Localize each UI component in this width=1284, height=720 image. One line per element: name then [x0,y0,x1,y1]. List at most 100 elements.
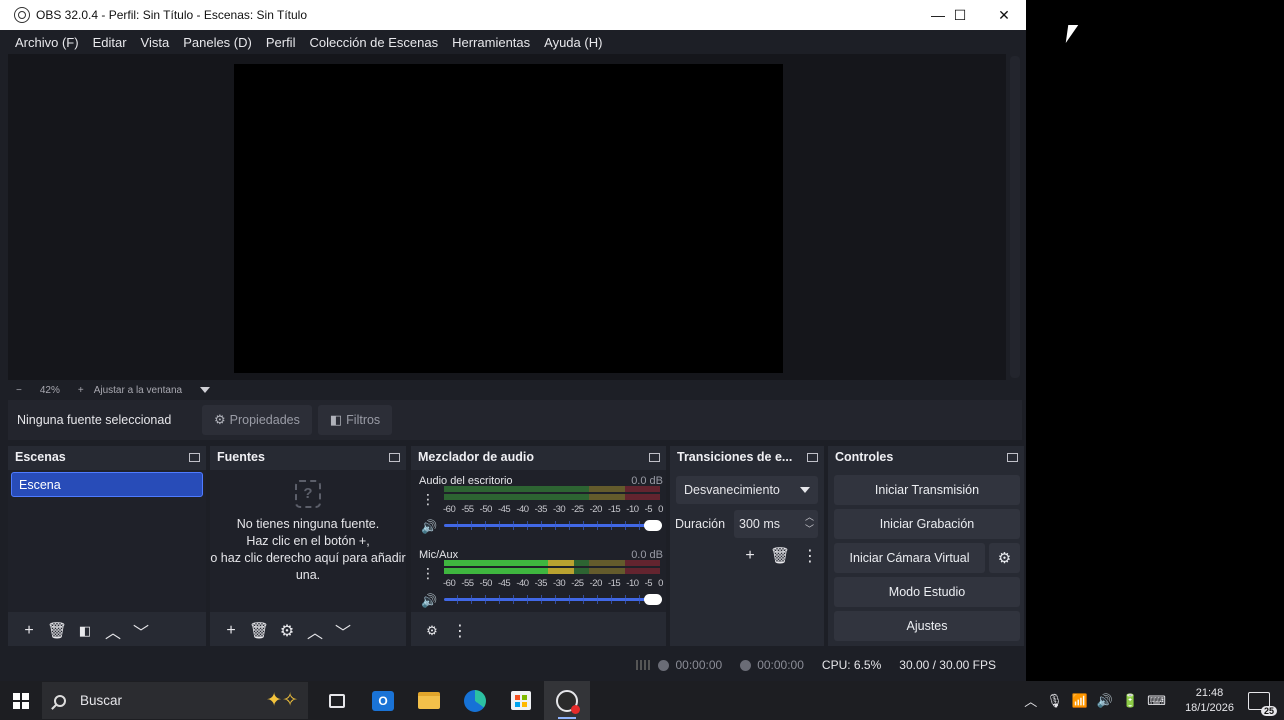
volume-knob[interactable] [644,520,662,531]
start-stream-button[interactable]: Iniciar Transmisión [834,475,1020,505]
scenes-list[interactable]: Escena [8,470,206,612]
properties-button[interactable]: ⚙ Propiedades [202,405,312,435]
advanced-audio-gear-icon[interactable]: ⚙ [419,619,445,643]
meter-zone [588,560,626,566]
close-button[interactable]: ✕ [982,0,1026,30]
title-bar[interactable]: OBS 32.0.4 - Perfil: Sin Título - Escena… [0,0,1026,30]
meter-zone [625,486,660,492]
battery-icon[interactable]: 🔋 [1122,693,1138,709]
volume-slider[interactable] [444,520,662,531]
volume-knob[interactable] [644,594,662,605]
menu-editar[interactable]: Editar [86,35,134,50]
copilot-sparkle-icon: ✦✧ [266,690,298,711]
start-record-button[interactable]: Iniciar Grabación [834,509,1020,539]
notification-center-icon[interactable]: 25 [1248,691,1277,716]
keyboard-icon[interactable]: ⌨ [1147,693,1166,709]
file-explorer-button[interactable] [406,681,452,720]
add-scene-button[interactable]: + [16,619,42,643]
meter-bar [444,560,660,566]
outlook-button[interactable]: O [360,681,406,720]
zoom-in-button[interactable]: + [78,385,84,396]
transitions-header: Transiciones de e... [670,446,824,468]
undock-icon[interactable] [189,452,200,462]
task-view-button[interactable] [314,681,360,720]
preview-scrollbar[interactable] [1010,56,1020,378]
store-icon [511,691,531,710]
meter-zone [625,568,660,574]
meter-level [444,560,574,566]
search-icon [54,694,66,707]
speaker-icon[interactable]: 🔊 [421,593,437,609]
move-down-icon[interactable]: ﹀ [128,619,154,643]
scale-tick-label: -25 [571,578,584,589]
transition-menu-icon[interactable]: ⋮ [796,544,824,568]
add-source-button[interactable]: + [218,619,244,643]
preview-canvas[interactable] [234,64,783,373]
mixer-body: Audio del escritorio 0.0 dB ⋮ -60 -55 -50-… [411,470,666,612]
sources-list[interactable]: ? No tienes ninguna fuente. Haz clic en … [210,470,406,612]
clock[interactable]: 21:48 18/1/2026 [1185,686,1234,716]
channel-menu-icon[interactable]: ⋮ [421,491,435,508]
remove-source-trash-icon[interactable]: 🗑 [246,619,272,643]
undock-icon[interactable] [649,452,660,462]
menu-coleccion-escenas[interactable]: Colección de Escenas [302,35,445,50]
duration-label: Duración [675,517,726,531]
add-transition-button[interactable]: + [736,544,764,568]
undock-icon[interactable] [1007,452,1018,462]
move-up-icon[interactable]: ︿ [302,619,328,643]
filters-button[interactable]: ◧ Filtros [317,405,393,435]
start-button[interactable] [0,681,42,720]
speaker-icon[interactable]: 🔊 [421,519,437,535]
scale-tick-label: -15 [607,504,621,515]
mixer-menu-icon[interactable]: ⋮ [447,619,473,643]
source-properties-gear-icon[interactable]: ⚙ [274,619,300,643]
meter-zone [588,568,626,574]
microphone-icon[interactable]: 🎙 [1046,693,1063,709]
duration-spinner-icon[interactable]: ︿ ﹀ [805,511,814,535]
menu-archivo[interactable]: Archivo (F) [8,35,86,50]
move-down-icon[interactable]: ﹀ [330,619,356,643]
edge-button[interactable] [452,681,498,720]
remove-scene-trash-icon[interactable]: 🗑 [44,619,70,643]
show-hidden-icons-chevron-icon[interactable]: ︿ [1024,691,1037,710]
obs-taskbar-button[interactable] [544,681,590,720]
scene-filters-icon[interactable]: ◧ [72,619,98,643]
scene-item[interactable]: Escena [11,472,203,497]
zoom-out-button[interactable]: − [16,385,22,396]
screen: OBS 32.0.4 - Perfil: Sin Título - Escena… [0,0,1284,720]
undock-icon[interactable] [389,452,400,462]
controls-header: Controles [828,446,1024,468]
audio-mixer-dock: Mezclador de audio Audio del escritorio … [411,446,666,646]
empty-line-3: o haz clic derecho aquí para añadir [210,551,406,565]
menu-vista[interactable]: Vista [134,35,177,50]
windows-logo-icon [13,692,29,709]
empty-line-2: Haz clic en el botón +, [246,534,370,548]
menu-paneles[interactable]: Paneles (D) [176,35,259,50]
taskbar-search[interactable]: Buscar ✦✧ [42,682,308,719]
menu-herramientas[interactable]: Herramientas [445,35,537,50]
menu-perfil[interactable]: Perfil [259,35,303,50]
channel-menu-icon[interactable]: ⋮ [421,565,435,582]
preview-area[interactable] [8,54,1006,380]
meter-scale: -60 -55 -50 -45 -40 -35 -30 -25 -20 -15 -10 -5 0 [443,504,663,515]
volume-icon[interactable]: 🔊 [1097,693,1113,709]
zoom-dropdown-icon[interactable] [200,387,211,393]
settings-button[interactable]: Ajustes [834,611,1020,641]
volume-meter [444,486,660,502]
scale-tick-label: -35 [534,578,548,589]
duration-input[interactable]: 300 ms ︿ ﹀ [734,510,818,538]
fit-window-label[interactable]: Ajustar a la ventana [94,385,182,396]
meter-zone [625,494,660,500]
remove-transition-trash-icon[interactable]: 🗑 [766,544,794,568]
start-virtual-camera-button[interactable]: Iniciar Cámara Virtual [834,543,985,573]
move-up-icon[interactable]: ︿ [100,619,126,643]
transition-select[interactable]: Desvanecimiento [676,476,818,504]
network-icon[interactable]: 📶 [1072,693,1088,709]
volume-slider[interactable] [444,594,662,605]
studio-mode-button[interactable]: Modo Estudio [834,577,1020,607]
maximize-button[interactable]: ☐ [938,0,982,30]
undock-icon[interactable] [807,452,818,462]
virtual-camera-settings-gear-icon[interactable]: ⚙ [989,543,1020,573]
menu-ayuda[interactable]: Ayuda (H) [537,35,609,50]
store-button[interactable] [498,681,544,720]
